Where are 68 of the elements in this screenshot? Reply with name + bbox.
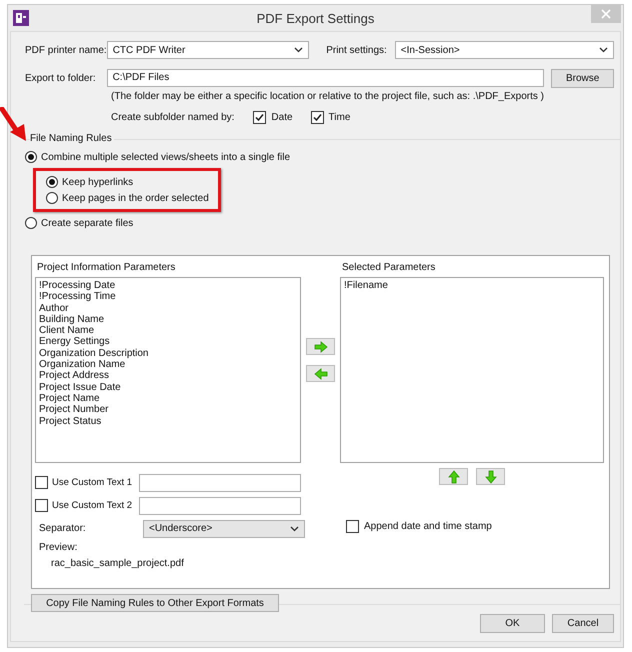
list-item[interactable]: Energy Settings xyxy=(39,336,297,348)
list-item[interactable]: Organization Name xyxy=(39,359,297,370)
folder-field[interactable]: C:\PDF Files xyxy=(106,69,544,87)
browse-button[interactable]: Browse xyxy=(551,68,614,88)
app-icon xyxy=(13,10,29,26)
checkmark-icon xyxy=(312,112,322,122)
close-icon xyxy=(601,9,611,19)
radio-button[interactable] xyxy=(46,192,58,204)
chevron-icon xyxy=(294,47,304,53)
add-button[interactable] xyxy=(306,338,335,355)
checkbox[interactable]: Time xyxy=(310,110,350,124)
radio-option[interactable]: Combine multiple selected views/sheets into a single file xyxy=(25,149,620,165)
dialog-button[interactable]: Cancel xyxy=(552,614,614,633)
separator-dropdown[interactable]: <Underscore> xyxy=(143,520,305,538)
custom-text-field[interactable] xyxy=(139,474,301,492)
list-item[interactable]: Project Issue Date xyxy=(39,382,297,393)
window-title: PDF Export Settings xyxy=(256,10,376,26)
print-settings-dropdown[interactable]: <In-Session> xyxy=(394,41,614,59)
checkmark-icon xyxy=(255,112,264,122)
list-item[interactable]: Author xyxy=(39,302,297,314)
printer-dropdown[interactable]: CTC PDF Writer xyxy=(106,41,310,59)
annotation-arrow-drawing xyxy=(0,107,28,143)
radio-button[interactable] xyxy=(25,151,37,163)
field-label: Print settings: xyxy=(326,44,387,56)
checkbox[interactable]: Date xyxy=(253,110,293,124)
group-title: File Naming Rules xyxy=(30,133,114,144)
left-arrow-icon xyxy=(314,368,328,380)
copy-rules-button[interactable]: Copy File Naming Rules to Other Export Formats xyxy=(31,594,279,612)
field-label: Create subfolder named by: xyxy=(111,112,234,122)
field-label: Export to folder: xyxy=(25,72,97,84)
field-label: Separator: xyxy=(39,523,87,534)
list-item[interactable]: Organization Description xyxy=(39,348,297,360)
list-item[interactable]: Project Number xyxy=(39,404,297,416)
list-title: Project Information Parameters xyxy=(37,262,176,275)
radio-option[interactable]: Keep pages in the order selected xyxy=(46,190,218,206)
list-item[interactable]: Project Address xyxy=(39,370,297,382)
list-item[interactable]: Project Name xyxy=(39,392,297,404)
list-item[interactable]: Building Name xyxy=(39,314,297,326)
list-item[interactable]: Client Name xyxy=(39,325,297,336)
list-title: Selected Parameters xyxy=(342,262,436,275)
checkbox[interactable]: Append date and time stamp xyxy=(346,520,492,533)
list-item[interactable]: !Processing Time xyxy=(39,291,297,303)
chevron-icon xyxy=(599,47,608,53)
move-down-button[interactable] xyxy=(476,468,505,485)
field-label: PDF printer name: xyxy=(25,44,107,56)
list-item[interactable]: !Filename xyxy=(344,280,600,292)
right-arrow-icon xyxy=(314,340,328,352)
folder-note: (The folder may be either a specific location or relative to the project file, such as: .\PDF_Exports ) xyxy=(111,91,545,104)
custom-text-field[interactable] xyxy=(139,496,301,514)
checkbox[interactable]: Use Custom Text 1 xyxy=(35,476,133,489)
selected-list[interactable]: !Filename xyxy=(340,277,604,463)
list-item[interactable]: !Processing Date xyxy=(39,280,297,292)
radio-option[interactable]: Create separate files xyxy=(25,215,620,231)
checkbox[interactable]: Use Custom Text 2 xyxy=(35,499,133,512)
radio-button[interactable] xyxy=(46,176,58,188)
move-up-button[interactable] xyxy=(439,468,468,485)
radio-option[interactable]: Keep hyperlinks xyxy=(46,174,218,190)
radio-button[interactable] xyxy=(25,217,37,229)
list-item[interactable]: Project Status xyxy=(39,416,297,427)
preview-label: Preview: xyxy=(39,542,78,553)
remove-button[interactable] xyxy=(306,365,335,382)
parameter-list[interactable] xyxy=(35,277,301,463)
dialog-button[interactable]: OK xyxy=(480,614,545,633)
close-button[interactable] xyxy=(591,5,621,23)
down-arrow-icon xyxy=(484,470,496,484)
up-arrow-icon xyxy=(448,470,460,484)
preview-filename: rac_basic_sample_project.pdf xyxy=(51,558,185,569)
chevron-icon xyxy=(290,526,299,532)
